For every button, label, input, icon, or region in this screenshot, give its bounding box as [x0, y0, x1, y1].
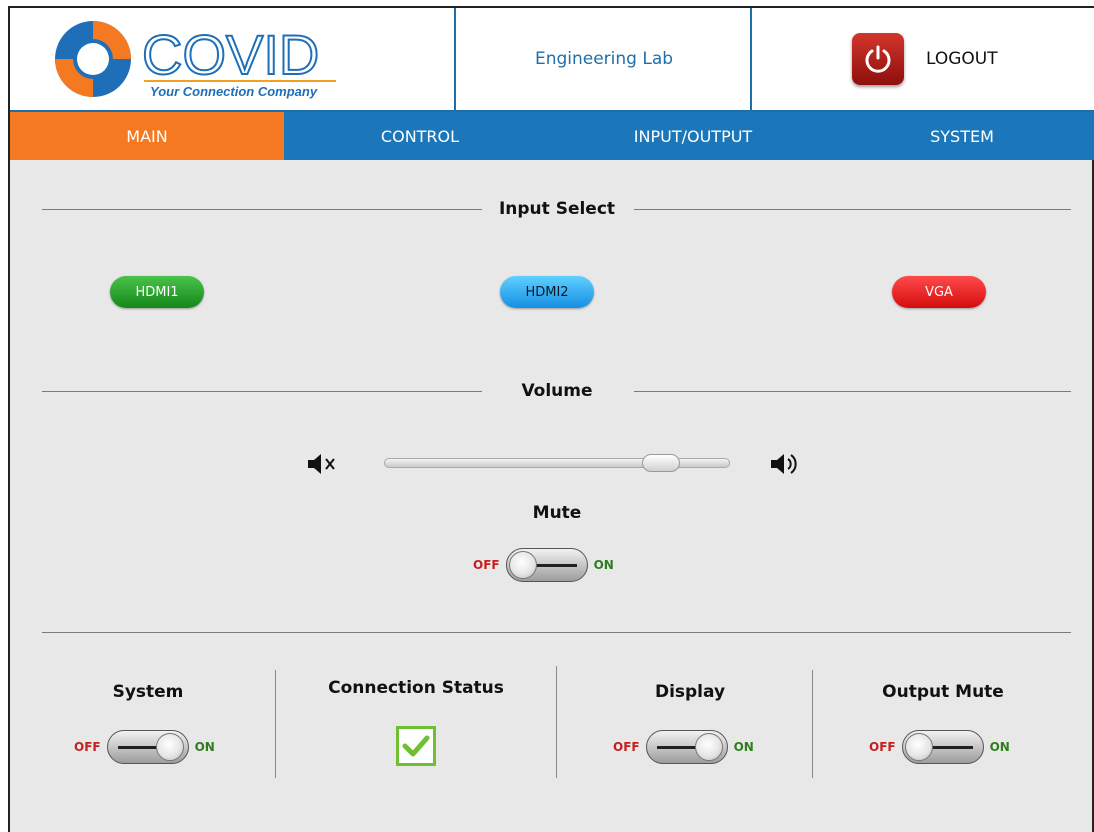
toggle-knob[interactable]	[155, 733, 184, 761]
display-on-label: ON	[733, 740, 754, 754]
system-off-label: OFF	[74, 740, 101, 754]
mute-off-label: OFF	[473, 558, 500, 572]
output-mute-toggle-row: OFF ON	[869, 730, 1010, 764]
display-off-label: OFF	[613, 740, 640, 754]
mute-toggle-row: OFF ON	[473, 548, 614, 582]
app-frame: COVID Your Connection Company Engineerin…	[8, 6, 1094, 832]
section-divider	[634, 209, 1071, 210]
mute-toggle[interactable]	[505, 548, 588, 582]
tab-control[interactable]: CONTROL	[284, 112, 556, 160]
mute-title: Mute	[532, 503, 582, 523]
logout-label: LOGOUT	[926, 49, 998, 69]
vga-button[interactable]: VGA	[892, 276, 986, 308]
toggle-knob[interactable]	[694, 733, 723, 761]
tab-input-output[interactable]: INPUT/OUTPUT	[556, 112, 830, 160]
logout-button[interactable]: LOGOUT	[852, 33, 998, 85]
speaker-mute-icon[interactable]	[307, 452, 345, 480]
output-mute-off-label: OFF	[869, 740, 896, 754]
volume-slider[interactable]	[384, 454, 730, 472]
header-divider	[750, 8, 752, 110]
tab-main[interactable]: MAIN	[10, 112, 284, 160]
section-divider	[42, 391, 482, 392]
connection-status-title: Connection Status	[328, 678, 504, 698]
room-name: Engineering Lab	[534, 49, 674, 69]
system-on-label: ON	[194, 740, 215, 754]
output-mute-title: Output Mute	[882, 682, 1004, 702]
input-select-title: Input Select	[498, 199, 616, 219]
svg-text:COVID: COVID	[142, 23, 319, 86]
volume-title: Volume	[521, 381, 593, 401]
main-nav: MAIN CONTROL INPUT/OUTPUT SYSTEM	[10, 112, 1094, 160]
display-toggle[interactable]	[645, 730, 728, 764]
output-mute-on-label: ON	[989, 740, 1010, 754]
system-toggle-row: OFF ON	[74, 730, 215, 764]
display-title: Display	[654, 682, 726, 702]
connection-check-icon	[396, 726, 436, 766]
hdmi2-button[interactable]: HDMI2	[500, 276, 594, 308]
column-divider	[556, 666, 557, 778]
section-divider	[42, 632, 1071, 633]
column-divider	[812, 670, 813, 778]
output-mute-toggle[interactable]	[901, 730, 984, 764]
volume-slider-thumb[interactable]	[642, 454, 681, 472]
display-toggle-row: OFF ON	[613, 730, 754, 764]
brand-logo: COVID Your Connection Company	[50, 14, 350, 104]
header: COVID Your Connection Company Engineerin…	[10, 8, 1094, 112]
section-divider	[634, 391, 1071, 392]
tab-system[interactable]: SYSTEM	[830, 112, 1094, 160]
section-divider	[42, 209, 482, 210]
mute-on-label: ON	[593, 558, 614, 572]
column-divider	[275, 670, 276, 778]
speaker-loud-icon[interactable]	[770, 450, 808, 482]
toggle-knob[interactable]	[508, 551, 537, 579]
system-title: System	[112, 682, 184, 702]
power-icon[interactable]	[852, 33, 904, 85]
system-toggle[interactable]	[106, 730, 189, 764]
svg-text:Your Connection Company: Your Connection Company	[150, 84, 318, 99]
toggle-knob[interactable]	[904, 733, 933, 761]
hdmi1-button[interactable]: HDMI1	[110, 276, 204, 308]
